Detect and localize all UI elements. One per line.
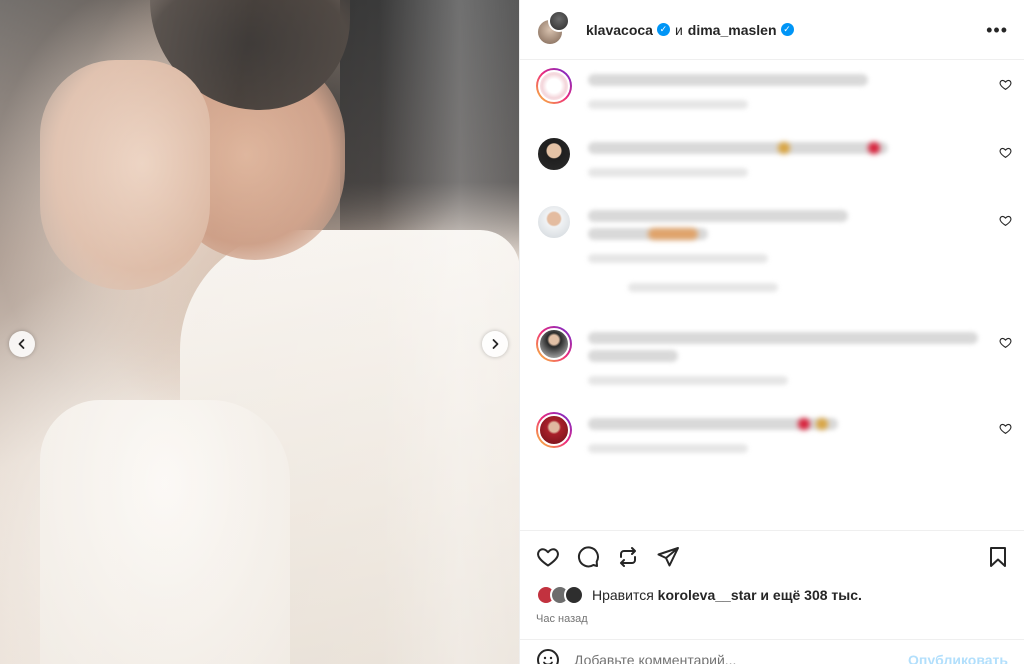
comment-item — [536, 204, 1012, 314]
chevron-right-icon — [492, 339, 499, 349]
comment-content-blurred — [588, 418, 986, 467]
more-horizontal-icon: ••• — [986, 19, 1008, 40]
save-button[interactable] — [986, 545, 1010, 569]
commenter-avatar[interactable] — [536, 204, 572, 240]
add-comment-bar: Опубликовать — [520, 639, 1024, 664]
heart-icon — [537, 548, 559, 567]
likes-count[interactable]: и ещё 308 тыс. — [760, 587, 862, 603]
comment-button[interactable] — [576, 545, 600, 569]
verified-badge-icon: ✓ — [780, 23, 794, 36]
comment-heart-icon[interactable] — [999, 214, 1012, 227]
post-timestamp[interactable]: Час назад — [536, 613, 1010, 625]
repost-icon — [620, 547, 636, 567]
commenter-avatar[interactable] — [536, 136, 572, 172]
comments-list[interactable] — [520, 60, 1024, 530]
emoji-smile-icon — [537, 648, 559, 664]
paper-plane-icon — [657, 547, 679, 567]
share-button[interactable] — [656, 545, 680, 569]
comment-item — [536, 136, 1012, 186]
commenter-avatar[interactable] — [536, 326, 572, 362]
post-photo[interactable] — [0, 0, 519, 664]
commenter-avatar[interactable] — [536, 68, 572, 104]
comment-item — [536, 326, 1012, 396]
likes-text[interactable]: Нравится koroleva__star и ещё 308 тыс. — [592, 587, 862, 603]
chevron-left-icon — [18, 339, 25, 349]
comment-heart-icon[interactable] — [999, 146, 1012, 159]
likes-prefix: Нравится — [592, 587, 654, 603]
like-button[interactable] — [536, 545, 560, 569]
bookmark-icon — [990, 547, 1006, 567]
comment-content-blurred — [588, 332, 986, 399]
verified-badge-icon: ✓ — [656, 23, 670, 36]
comment-input[interactable] — [574, 651, 909, 664]
post-actions: Нравится koroleva__star и ещё 308 тыс. Ч… — [520, 530, 1024, 625]
comment-heart-icon[interactable] — [999, 422, 1012, 435]
comment-heart-icon[interactable] — [999, 336, 1012, 349]
comment-heart-icon[interactable] — [999, 78, 1012, 91]
comment-bubble-icon — [577, 546, 599, 568]
author-joiner: и — [674, 21, 683, 38]
comment-item — [536, 412, 1012, 462]
liker-username[interactable]: koroleva__star — [658, 587, 757, 603]
comment-item — [536, 68, 1012, 118]
comment-content-blurred — [588, 210, 986, 306]
post-side-panel: klavacoca ✓ и dima_maslen ✓ ••• Нравится… — [519, 0, 1024, 664]
carousel-prev-button[interactable] — [9, 331, 35, 357]
author-avatars[interactable] — [536, 9, 572, 48]
comment-content-blurred — [588, 74, 986, 123]
emoji-button[interactable] — [536, 648, 560, 664]
avatar[interactable] — [564, 585, 584, 605]
likes-summary: Нравится koroleva__star и ещё 308 тыс. — [536, 585, 1010, 605]
author-names: klavacoca ✓ и dima_maslen ✓ — [586, 22, 982, 38]
comment-content-blurred — [588, 142, 986, 191]
carousel-next-button[interactable] — [482, 331, 508, 357]
more-options-button[interactable]: ••• — [982, 21, 1012, 39]
repost-button[interactable] — [616, 545, 640, 569]
post-header: klavacoca ✓ и dima_maslen ✓ ••• — [520, 0, 1024, 60]
publish-button[interactable]: Опубликовать — [908, 652, 1008, 664]
action-bar — [536, 543, 1010, 571]
author-username[interactable]: klavacoca — [586, 22, 653, 38]
likers-avatars[interactable] — [536, 585, 588, 605]
coauthor-username[interactable]: dima_maslen — [688, 22, 777, 38]
avatar[interactable] — [548, 9, 570, 32]
commenter-avatar[interactable] — [536, 412, 572, 448]
